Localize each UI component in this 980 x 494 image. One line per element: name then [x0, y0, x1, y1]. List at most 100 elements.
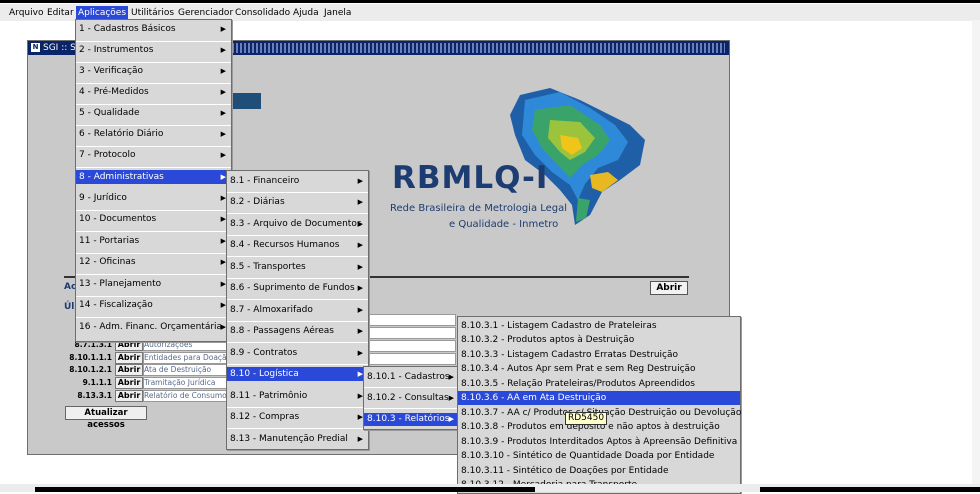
taskbar-segment	[35, 487, 535, 492]
menu-item-label: 1 - Cadastros Básicos	[79, 24, 176, 34]
menu-arquivo[interactable]: Arquivo	[7, 6, 45, 20]
menu-item-label: 7 - Protocolo	[79, 150, 136, 160]
menu-item-report-11[interactable]: 8.10.3.11 - Sintético de Doações por Ent…	[458, 464, 740, 478]
menu-item-administrativas[interactable]: 8 - Administrativas ▶	[76, 170, 231, 184]
menu-item-planejamento[interactable]: 13 - Planejamento ▶	[76, 275, 231, 297]
menu-item-label: 8.10 - Logística	[230, 369, 299, 379]
menu-item-portarias[interactable]: 11 - Portarias ▶	[76, 232, 231, 254]
menu-item-label: 8.3 - Arquivo de Documentos	[230, 219, 362, 229]
menu-item-transportes[interactable]: 8.5 - Transportes ▶	[227, 257, 368, 279]
section-label-ul: Úl	[64, 302, 75, 312]
top-border	[0, 0, 980, 3]
access-open-button[interactable]: Abrir	[115, 352, 143, 364]
applications-menu: 1 - Cadastros Básicos ▶ 2 - Instrumentos ▶…	[75, 19, 232, 342]
tooltip: RD5450	[565, 412, 608, 425]
menu-item-label: 8.10.3.1 - Listagem Cadastro de Pratelei…	[461, 321, 657, 331]
administrativas-submenu: 8.1 - Financeiro ▶ 8.2 - Diárias ▶ 8.3 - A…	[226, 170, 369, 450]
menu-gerenciador[interactable]: Gerenciador	[176, 6, 235, 20]
menu-item-label: 8.11 - Patrimônio	[230, 391, 308, 401]
submenu-arrow-icon: ▶	[448, 394, 454, 402]
window-icon: N	[31, 43, 40, 52]
menu-aplicacoes[interactable]: Aplicações	[76, 6, 129, 20]
menu-item-label: 8.8 - Passagens Aéreas	[230, 326, 334, 336]
menu-item-arquivo-documentos[interactable]: 8.3 - Arquivo de Documentos ▶	[227, 214, 368, 236]
menu-item-logistica[interactable]: 8.10 - Logística ▶	[227, 367, 368, 381]
menu-item-report-3[interactable]: 8.10.3.3 - Listagem Cadastro Erratas Des…	[458, 348, 740, 362]
access-name: Relatório de Consumo	[143, 390, 231, 402]
menu-item-patrimonio[interactable]: 8.11 - Patrimônio ▶	[227, 386, 368, 408]
background-field	[368, 353, 456, 365]
menu-item-label: 8.6 - Suprimento de Fundos	[230, 283, 355, 293]
menu-item-passagens-aereas[interactable]: 8.8 - Passagens Aéreas ▶	[227, 321, 368, 343]
menu-item-recursos-humanos[interactable]: 8.4 - Recursos Humanos ▶	[227, 235, 368, 257]
menu-item-report-9[interactable]: 8.10.3.9 - Produtos Interditados Aptos à…	[458, 435, 740, 449]
menu-item-label: 5 - Qualidade	[79, 108, 140, 118]
menu-item-verificacao[interactable]: 3 - Verificação ▶	[76, 62, 231, 84]
menu-item-compras[interactable]: 8.12 - Compras ▶	[227, 407, 368, 429]
menu-item-almoxarifado[interactable]: 8.7 - Almoxarifado ▶	[227, 300, 368, 322]
menu-item-adm-financ[interactable]: 16 - Adm. Financ. Orçamentária ▶	[76, 318, 231, 339]
submenu-arrow-icon: ▶	[220, 130, 226, 138]
update-access-button[interactable]: Atualizar acessos	[65, 406, 147, 430]
menu-item-contratos[interactable]: 8.9 - Contratos ▶	[227, 343, 368, 365]
menu-item-pre-medidos[interactable]: 4 - Pré-Medidos ▶	[76, 83, 231, 105]
menu-item-suprimento-fundos[interactable]: 8.6 - Suprimento de Fundos ▶	[227, 278, 368, 300]
menu-item-financeiro[interactable]: 8.1 - Financeiro ▶	[227, 171, 368, 193]
access-code: 8.10.1.2.1	[69, 365, 112, 374]
logo-subtitle-2: e Qualidade - Inmetro	[449, 219, 559, 230]
access-open-button[interactable]: Abrir	[115, 390, 143, 402]
menu-item-oficinas[interactable]: 12 - Oficinas ▶	[76, 253, 231, 275]
menu-item-label: 6 - Relatório Diário	[79, 129, 164, 139]
menu-consolidado[interactable]: Consolidado	[233, 6, 292, 20]
menu-item-report-2[interactable]: 8.10.3.2 - Produtos aptos à Destruição	[458, 333, 740, 347]
menu-item-label: 8.4 - Recursos Humanos	[230, 240, 340, 250]
menu-item-report-6[interactable]: 8.10.3.6 - AA em Ata Destruição	[458, 391, 740, 405]
abrir-button[interactable]: Abrir	[650, 281, 688, 295]
menu-item-report-5[interactable]: 8.10.3.5 - Relação Prateleiras/Produtos …	[458, 377, 740, 391]
menu-item-label: 8.9 - Contratos	[230, 348, 298, 358]
menu-item-documentos[interactable]: 10 - Documentos ▶	[76, 210, 231, 232]
menu-item-fiscalizacao[interactable]: 14 - Fiscalização ▶	[76, 296, 231, 318]
menu-item-cadastros-basicos[interactable]: 1 - Cadastros Básicos ▶	[76, 20, 231, 42]
logistica-submenu: 8.10.1 - Cadastros ▶ 8.10.2 - Consultas ▶ …	[363, 366, 460, 430]
access-name: Ata de Destruição	[143, 364, 231, 376]
menu-item-report-10[interactable]: 8.10.3.10 - Sintético de Quantidade Doad…	[458, 449, 740, 463]
logo-text: RBMLQ-I	[392, 160, 549, 196]
menu-utilitarios[interactable]: Utilitários	[129, 6, 176, 20]
menu-item-label: 8.10.3.11 - Sintético de Doações por Ent…	[461, 466, 669, 476]
menu-item-label: 8 - Administrativas	[79, 172, 164, 182]
menu-janela[interactable]: Janela	[322, 6, 353, 20]
menu-item-label: 8.10.3.9 - Produtos Interditados Aptos à…	[461, 437, 738, 447]
menu-item-report-1[interactable]: 8.10.3.1 - Listagem Cadastro de Pratelei…	[458, 319, 740, 333]
menu-item-label: 8.10.3.4 - Autos Apr sem Prat e sem Reg …	[461, 364, 696, 374]
submenu-arrow-icon: ▶	[357, 349, 363, 357]
menu-ajuda[interactable]: Ajuda	[291, 6, 321, 20]
menu-item-diarias[interactable]: 8.2 - Diárias ▶	[227, 192, 368, 214]
access-open-button[interactable]: Abrir	[115, 364, 143, 376]
menu-item-relatorios[interactable]: 8.10.3 - Relatórios ▶	[364, 413, 459, 426]
menu-item-instrumentos[interactable]: 2 - Instrumentos ▶	[76, 41, 231, 63]
menu-item-label: 8.7 - Almoxarifado	[230, 305, 313, 315]
menu-editar[interactable]: Editar	[45, 6, 76, 20]
submenu-arrow-icon: ▶	[448, 373, 454, 381]
submenu-arrow-icon: ▶	[357, 177, 363, 185]
menu-item-manutencao-predial[interactable]: 8.13 - Manutenção Predial ▶	[227, 429, 368, 449]
menu-item-cadastros[interactable]: 8.10.1 - Cadastros ▶	[364, 367, 459, 388]
submenu-arrow-icon: ▶	[220, 151, 226, 159]
taskbar-segment	[760, 487, 980, 492]
access-code: 8.13.3.1	[77, 391, 112, 400]
menu-item-label: 8.12 - Compras	[230, 412, 300, 422]
menu-item-protocolo[interactable]: 7 - Protocolo ▶	[76, 146, 231, 168]
menu-item-qualidade[interactable]: 5 - Qualidade ▶	[76, 104, 231, 126]
menu-item-relatorio-diario[interactable]: 6 - Relatório Diário ▶	[76, 125, 231, 147]
menu-item-report-4[interactable]: 8.10.3.4 - Autos Apr sem Prat e sem Reg …	[458, 362, 740, 376]
menu-item-consultas[interactable]: 8.10.2 - Consultas ▶	[364, 388, 459, 409]
menu-item-juridico[interactable]: 9 - Jurídico ▶	[76, 189, 231, 211]
menu-item-label: 8.10.3.5 - Relação Prateleiras/Produtos …	[461, 379, 695, 389]
access-open-button[interactable]: Abrir	[115, 377, 143, 389]
background-field	[368, 314, 456, 326]
menu-item-label: 10 - Documentos	[79, 214, 157, 224]
access-code: 9.1.1.1	[82, 378, 112, 387]
access-code: 8.10.1.1.1	[69, 353, 112, 362]
menu-item-label: 8.10.3.2 - Produtos aptos à Destruição	[461, 335, 635, 345]
